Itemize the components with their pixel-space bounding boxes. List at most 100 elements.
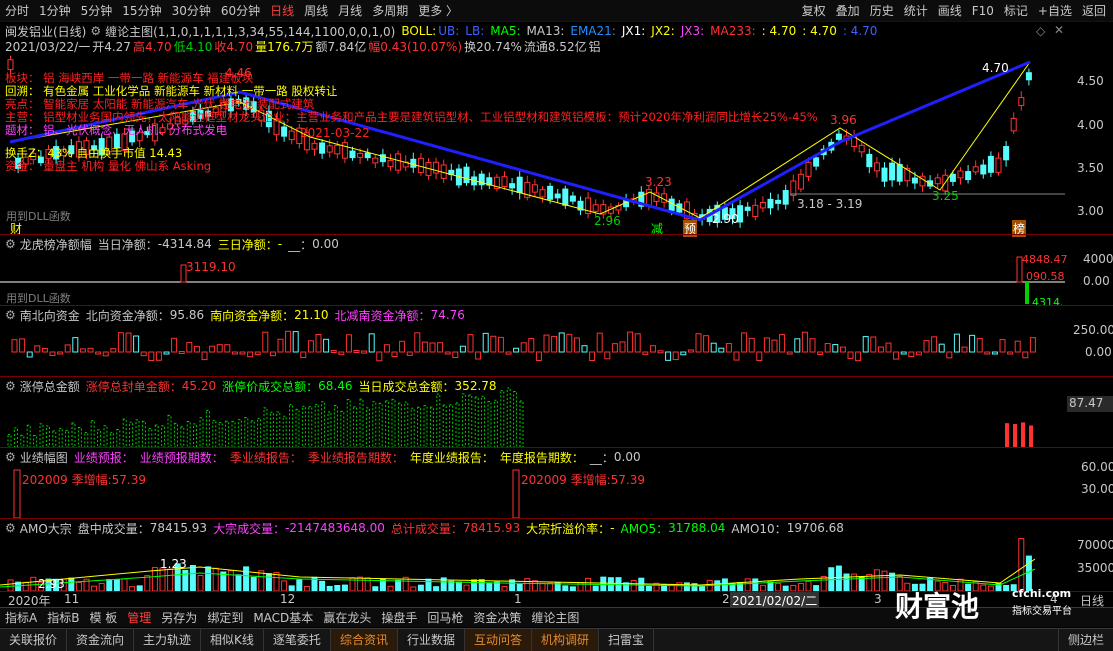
tab-trader[interactable]: 操盘手 [376,608,422,628]
nav-mine-scan[interactable]: 扫雷宝 [599,629,655,651]
amo-bar [258,570,265,591]
draw-line-button[interactable]: 画线 [933,0,967,22]
overlay-line-6: 资金： 量盘主 机构 量化 佛山系 Asking [5,159,212,173]
amo-bar [425,578,432,591]
period-tab-more[interactable]: 更多 〉 [413,0,463,22]
northbound-bar [786,351,793,355]
longhu-y-axis: 4000 0.00 [1065,235,1113,305]
tab-indicator-a[interactable]: 指标A [0,608,42,628]
tab-chan[interactable]: 缠论主图 [526,608,584,628]
limitup-bar [519,400,524,447]
period-tab-4[interactable]: 30分钟 [167,0,216,22]
candle [866,153,873,168]
limitup-bar [141,420,146,447]
overlay-button[interactable]: 叠加 [831,0,865,22]
northbound-chart[interactable] [0,306,1065,376]
northbound-bar [201,351,208,361]
limitup-bar [180,426,185,447]
add-watchlist-button[interactable]: +自选 [1033,0,1077,22]
northbound-bar [665,351,672,361]
amo-bar [714,580,721,591]
tab-dragon[interactable]: 赢在龙头 [318,608,376,628]
candle [668,198,675,211]
period-tab-9[interactable]: 多周期 [367,0,413,22]
tab-indicator-b[interactable]: 指标B [42,608,84,628]
nav-main-track[interactable]: 主力轨迹 [134,629,202,651]
period-tab-daily[interactable]: 日线 [265,0,299,22]
tab-horse[interactable]: 回马枪 [422,608,468,628]
period-tab-0[interactable]: 分时 [0,0,34,22]
northbound-bar [642,351,649,355]
amo-bar [144,575,151,591]
northbound-bar [292,331,299,353]
northbound-bar [885,342,892,353]
limitup-bar [218,422,223,447]
period-tab-8[interactable]: 月线 [333,0,367,22]
stats-button[interactable]: 统计 [899,0,933,22]
limitup-bar [493,399,498,447]
amo-bar [319,580,326,591]
northbound-bar [361,350,368,354]
nav-tick-order[interactable]: 逐笔委托 [264,629,331,651]
limitup-bar [295,408,300,447]
tab-save-as[interactable]: 另存为 [156,608,202,628]
amo-chart[interactable] [0,519,1065,591]
northbound-bar [611,343,618,353]
northbound-bar [596,332,603,353]
northbound-bar [26,351,33,358]
limitup-bar [212,419,217,447]
limitup-bar [161,425,166,447]
northbound-bar [49,351,56,357]
period-tab-3[interactable]: 15分钟 [117,0,166,22]
adjust-button[interactable]: 复权 [797,0,831,22]
longhu-chart[interactable] [0,235,1065,305]
northbound-bar [839,346,846,353]
nav-news[interactable]: 综合资讯 [330,629,398,651]
limitup-bar [199,417,204,447]
northbound-bar [877,346,884,353]
mark-button[interactable]: 标记 [999,0,1033,22]
limitup-bar [481,395,486,447]
amo-bar [75,581,82,591]
limitup-bar [205,410,210,447]
candle [562,188,569,206]
northbound-bar [95,351,102,355]
northbound-bar [140,351,147,357]
period-tab-7[interactable]: 周线 [299,0,333,22]
back-button[interactable]: 返回 [1077,0,1111,22]
amo-bar [1025,555,1032,591]
nav-similar-k[interactable]: 相似K线 [201,629,264,651]
tab-macd[interactable]: MACD基本 [248,608,318,628]
tab-template[interactable]: 模 板 [84,608,122,628]
y-tick-450: 4.50 [1077,74,1104,88]
amo-bar [281,580,288,591]
nav-fund-flow[interactable]: 资金流向 [67,629,135,651]
price-label-325: 3.25 [932,189,959,203]
limitup-chart[interactable] [0,377,1065,447]
tab-bind-to[interactable]: 绑定到 [202,608,248,628]
period-tab-2[interactable]: 5分钟 [76,0,118,22]
northbound-bar [984,351,991,355]
northbound-bar [1029,337,1036,353]
candle [881,167,888,182]
northbound-bar [19,338,26,353]
northbound-bar [338,351,345,355]
nav-related-quote[interactable]: 关联报价 [0,629,68,651]
period-tab-1[interactable]: 1分钟 [34,0,76,22]
tab-fund[interactable]: 资金决策 [468,608,526,628]
nav-qa[interactable]: 互动问答 [464,629,532,651]
limitup-bar [237,419,242,447]
nav-sidebar[interactable]: 侧边栏 [1057,629,1113,651]
f10-button[interactable]: F10 [967,0,999,22]
history-button[interactable]: 历史 [865,0,899,22]
northbound-bar [513,347,520,353]
candle [896,163,903,182]
period-tab-5[interactable]: 60分钟 [216,0,265,22]
nav-industry[interactable]: 行业数据 [398,629,465,651]
amo-bar [744,578,751,591]
amo-bar [30,576,37,591]
limitup-bar [397,402,402,447]
tab-manage[interactable]: 管理 [122,608,156,628]
nav-research[interactable]: 机构调研 [531,629,599,651]
candle [1010,117,1017,132]
